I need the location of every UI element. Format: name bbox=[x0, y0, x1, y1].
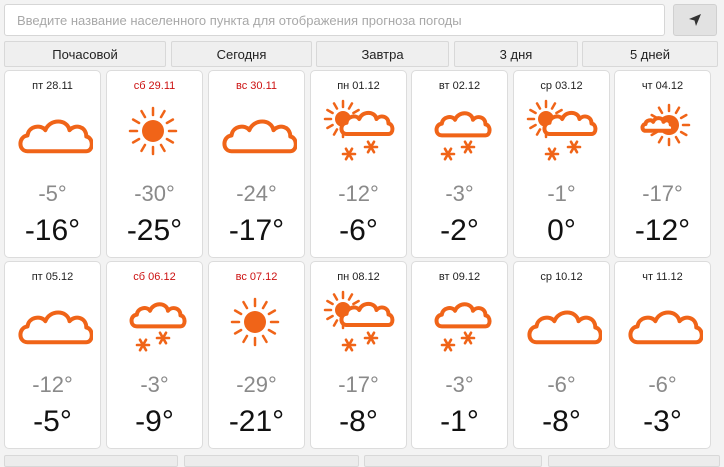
temp-max: -6° bbox=[339, 214, 378, 247]
sun-cloud-snow-icon bbox=[319, 290, 399, 362]
sun-icon bbox=[115, 99, 195, 171]
day-card[interactable]: пт 28.11 -5° -16° bbox=[4, 70, 101, 258]
bottom-tab[interactable] bbox=[4, 455, 178, 467]
day-date: сб 29.11 bbox=[133, 80, 176, 92]
day-date: пт 28.11 bbox=[32, 80, 73, 92]
bottom-tab[interactable] bbox=[548, 455, 720, 467]
forecast-tabs: Почасовой Сегодня Завтра 3 дня 5 дней bbox=[0, 41, 724, 67]
temp-min: -17° bbox=[642, 181, 683, 206]
temp-min: -24° bbox=[236, 181, 277, 206]
locate-button[interactable] bbox=[673, 4, 717, 36]
day-card[interactable]: чт 11.12 -6° -3° bbox=[614, 261, 711, 449]
cloud-snow-icon bbox=[420, 99, 500, 171]
temp-min: -3° bbox=[445, 181, 474, 206]
sun-small-cloud-icon bbox=[623, 99, 703, 171]
temp-min: -6° bbox=[547, 372, 576, 397]
tab-today[interactable]: Сегодня bbox=[171, 41, 312, 67]
temp-max: -12° bbox=[634, 214, 691, 247]
day-date: ср 10.12 bbox=[540, 271, 583, 283]
cloudy-icon bbox=[217, 99, 298, 171]
temp-max: -8° bbox=[542, 405, 581, 438]
temp-max: -9° bbox=[135, 405, 174, 438]
cloudy-icon bbox=[13, 290, 94, 362]
temp-min: -1° bbox=[547, 181, 576, 206]
day-card[interactable]: чт 04.12 -17° -12° bbox=[614, 70, 711, 258]
cloud-snow-icon bbox=[420, 290, 500, 362]
temp-max: 0° bbox=[547, 214, 576, 247]
day-date: ср 03.12 bbox=[540, 80, 583, 92]
cloudy-icon bbox=[623, 290, 704, 362]
day-date: вс 30.11 bbox=[236, 80, 277, 92]
day-card[interactable]: пт 05.12 -12° -5° bbox=[4, 261, 101, 449]
day-card[interactable]: вс 07.12 -29° -21° bbox=[208, 261, 305, 449]
temp-max: -1° bbox=[440, 405, 479, 438]
tab-tomorrow[interactable]: Завтра bbox=[316, 41, 449, 67]
sun-cloud-snow-icon bbox=[522, 99, 602, 171]
temp-min: -12° bbox=[32, 372, 73, 397]
temp-min: -29° bbox=[236, 372, 277, 397]
temp-max: -8° bbox=[339, 405, 378, 438]
sun-cloud-snow-icon bbox=[319, 99, 399, 171]
day-card[interactable]: ср 10.12 -6° -8° bbox=[513, 261, 610, 449]
location-arrow-icon bbox=[689, 14, 701, 26]
tab-hourly[interactable]: Почасовой bbox=[4, 41, 166, 67]
bottom-tab[interactable] bbox=[364, 455, 542, 467]
temp-max: -16° bbox=[24, 214, 81, 247]
sun-icon bbox=[217, 290, 297, 362]
day-card[interactable]: сб 06.12 -3° -9° bbox=[106, 261, 203, 449]
temp-max: -21° bbox=[228, 405, 285, 438]
temp-max: -2° bbox=[440, 214, 479, 247]
cloudy-icon bbox=[13, 99, 94, 171]
day-date: вс 07.12 bbox=[235, 271, 278, 283]
temp-min: -17° bbox=[338, 372, 379, 397]
day-card[interactable]: ср 03.12 -1° 0° bbox=[513, 70, 610, 258]
temp-min: -3° bbox=[445, 372, 474, 397]
temp-max: -5° bbox=[33, 405, 72, 438]
cloudy-icon bbox=[522, 290, 603, 362]
day-date: сб 06.12 bbox=[133, 271, 176, 283]
temp-max: -25° bbox=[126, 214, 183, 247]
temp-max: -3° bbox=[643, 405, 682, 438]
day-card[interactable]: пн 01.12 -12° -6° bbox=[310, 70, 407, 258]
tab-5-days[interactable]: 5 дней bbox=[582, 41, 718, 67]
temp-min: -5° bbox=[38, 181, 67, 206]
day-card[interactable]: сб 29.11 -30° -25° bbox=[106, 70, 203, 258]
bottom-tab[interactable] bbox=[184, 455, 359, 467]
day-date: вт 02.12 bbox=[438, 80, 481, 92]
temp-min: -6° bbox=[648, 372, 677, 397]
cloud-snow-icon bbox=[115, 290, 195, 362]
day-date: чт 11.12 bbox=[642, 271, 683, 283]
day-card[interactable]: вт 02.12 -3° -2° bbox=[411, 70, 508, 258]
day-card[interactable]: вс 30.11 -24° -17° bbox=[208, 70, 305, 258]
day-date: вт 09.12 bbox=[438, 271, 481, 283]
day-date: пт 05.12 bbox=[31, 271, 74, 283]
temp-min: -30° bbox=[134, 181, 175, 206]
temp-min: -12° bbox=[338, 181, 379, 206]
day-date: чт 04.12 bbox=[641, 80, 684, 92]
temp-min: -3° bbox=[140, 372, 169, 397]
day-card[interactable]: пн 08.12 -17° -8° bbox=[310, 261, 407, 449]
tab-3-days[interactable]: 3 дня bbox=[454, 41, 578, 67]
day-date: пн 01.12 bbox=[337, 80, 380, 92]
day-card[interactable]: вт 09.12 -3° -1° bbox=[411, 261, 508, 449]
temp-max: -17° bbox=[228, 214, 285, 247]
day-date: пн 08.12 bbox=[337, 271, 380, 283]
search-input[interactable] bbox=[4, 4, 665, 36]
